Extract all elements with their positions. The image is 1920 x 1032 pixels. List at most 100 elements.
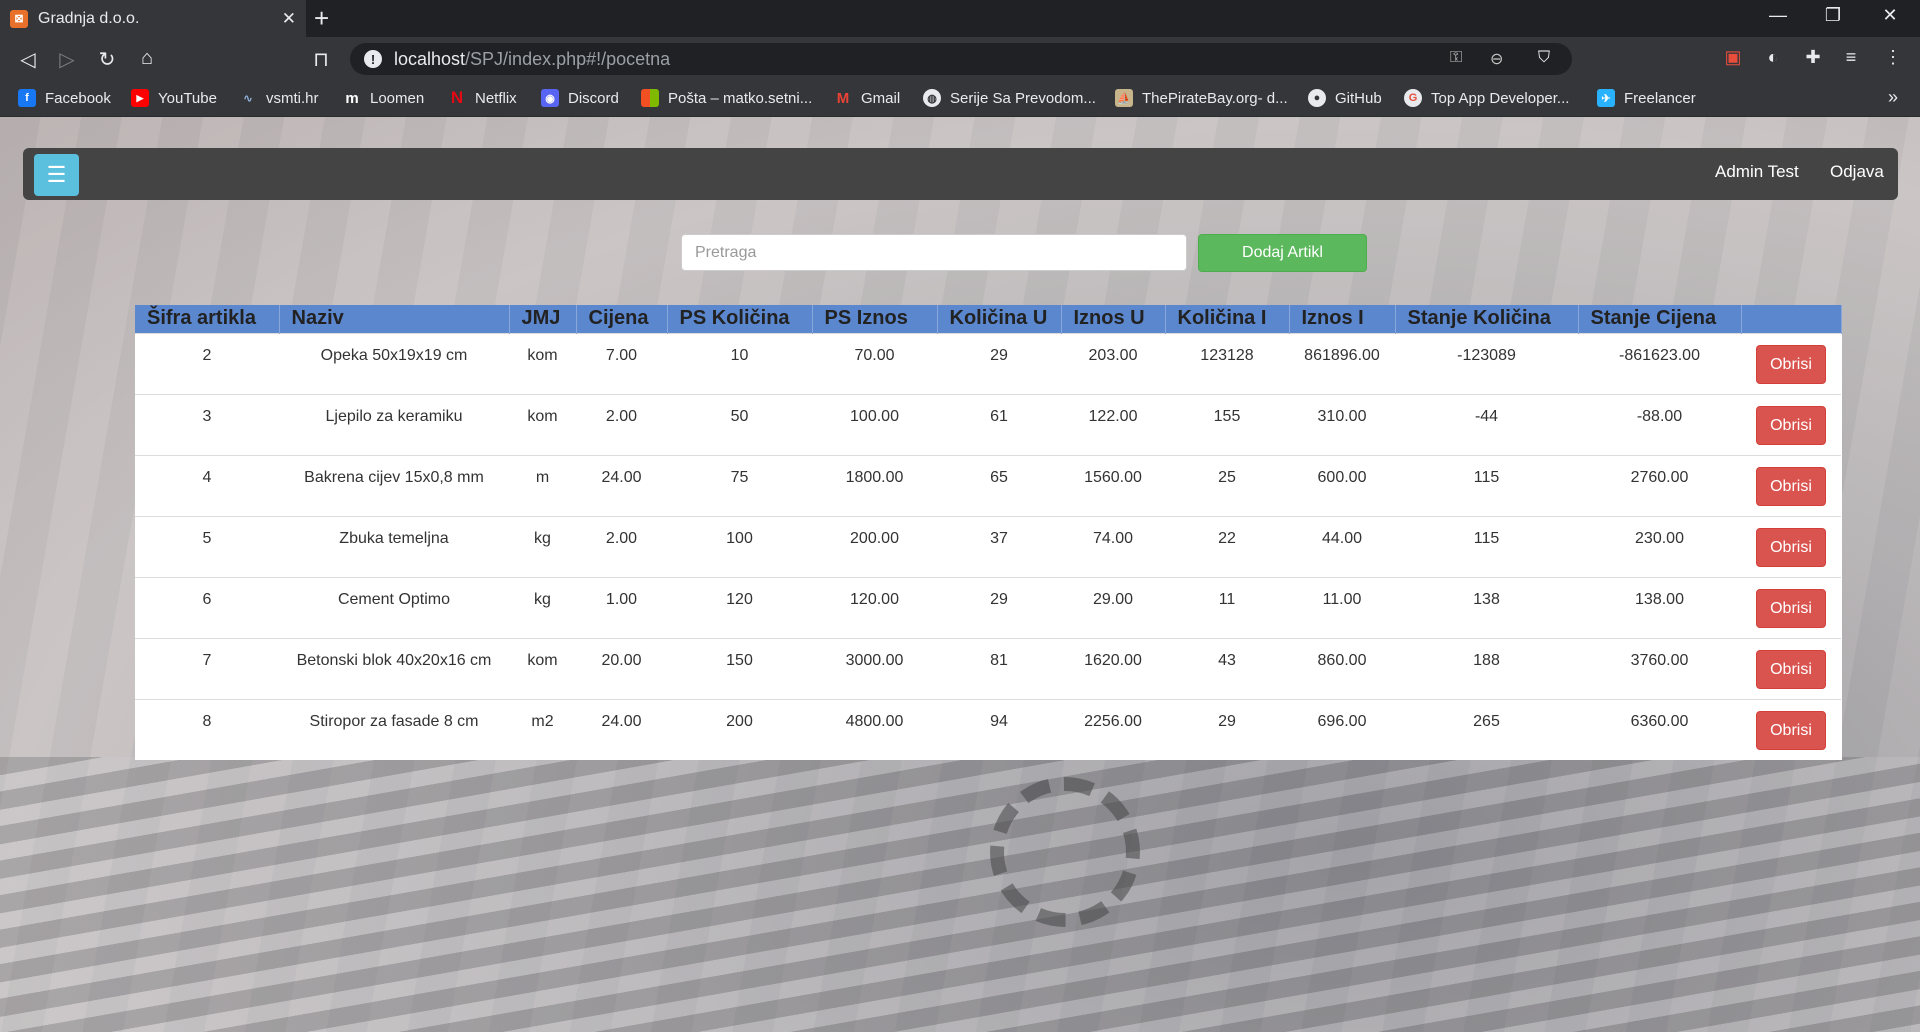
playlist-icon[interactable]: ≡ [1838, 47, 1864, 68]
bookmark-posta[interactable]: Pošta – matko.setni... [641, 89, 812, 107]
bookmark-youtube[interactable]: ▶ YouTube [131, 89, 217, 107]
back-icon[interactable]: ◁ [14, 47, 42, 72]
background-gear-decoration [990, 777, 1140, 927]
key-icon[interactable]: ⚿ [1450, 49, 1462, 67]
menu-icon[interactable]: ⋮ [1880, 47, 1906, 68]
table-cell: 11 [1165, 576, 1289, 638]
bookmark-gmail[interactable]: M Gmail [834, 89, 900, 107]
table-cell: 7.00 [576, 332, 667, 394]
table-cell: kg [509, 515, 576, 577]
actions-cell: Obrisi [1741, 454, 1841, 516]
column-header: Stanje Količina [1395, 305, 1579, 333]
address-bar[interactable]: ! localhost/SPJ/index.php#!/pocetna ⚿ ⊖ … [350, 43, 1572, 75]
table-cell: 600.00 [1289, 454, 1395, 516]
minimize-icon[interactable]: — [1758, 5, 1798, 26]
actions-cell: Obrisi [1741, 698, 1841, 760]
table-cell: 860.00 [1289, 637, 1395, 699]
menu-toggle-button[interactable]: ☰ [34, 154, 79, 196]
piratebay-icon: ⛵ [1115, 89, 1133, 107]
xampp-icon: ⊠ [10, 9, 28, 28]
bookmark-label: Discord [568, 89, 619, 107]
bookmark-loomen[interactable]: m Loomen [343, 89, 424, 107]
reload-icon[interactable]: ↻ [93, 47, 121, 72]
brave-shield-icon[interactable]: ⛉ [1538, 49, 1550, 67]
bookmark-netflix[interactable]: N Netflix [448, 88, 517, 107]
delete-button[interactable]: Obrisi [1756, 527, 1826, 567]
new-tab-icon[interactable]: + [314, 4, 329, 32]
bookmark-label: Pošta – matko.setni... [668, 89, 813, 107]
table-cell: 20.00 [576, 637, 667, 699]
page-content: ☰ Admin Test Odjava Dodaj Artikl Šifra a… [0, 117, 1920, 1032]
pdf-extension-icon[interactable]: ▣ [1720, 47, 1746, 68]
restore-icon[interactable]: ❐ [1813, 5, 1853, 26]
hamburger-icon: ☰ [46, 162, 67, 187]
table-cell: 43 [1165, 637, 1289, 699]
bookmark-vsmti[interactable]: ∿ vsmti.hr [239, 89, 319, 107]
delete-button[interactable]: Obrisi [1756, 649, 1826, 689]
delete-button[interactable]: Obrisi [1756, 466, 1826, 506]
table-cell: 29 [937, 576, 1061, 638]
puzzle-icon[interactable]: ✚ [1800, 47, 1826, 68]
table-cell: 3760.00 [1578, 637, 1741, 699]
delete-button[interactable]: Obrisi [1756, 344, 1826, 384]
table-cell: 37 [937, 515, 1061, 577]
bookmark-label: vsmti.hr [266, 89, 319, 107]
site-info-icon[interactable]: ! [364, 50, 382, 68]
bookmark-label: Facebook [45, 89, 111, 107]
extension-icon[interactable]: ◐ [1760, 47, 1786, 68]
app-navbar: ☰ Admin Test Odjava [23, 148, 1898, 200]
bookmark-icon[interactable]: ⊓ [307, 47, 335, 72]
table-cell: 65 [937, 454, 1061, 516]
table-cell: kom [509, 332, 576, 394]
close-window-icon[interactable]: ✕ [1870, 5, 1910, 26]
bookmark-discord[interactable]: ◉ Discord [541, 89, 619, 107]
close-tab-icon[interactable]: ✕ [282, 9, 296, 29]
delete-button[interactable]: Obrisi [1756, 710, 1826, 750]
forward-icon[interactable]: ▷ [53, 47, 81, 72]
home-icon[interactable]: ⌂ [133, 47, 161, 70]
bookmark-facebook[interactable]: f Facebook [18, 89, 111, 107]
actions-cell: Obrisi [1741, 637, 1841, 699]
delete-button[interactable]: Obrisi [1756, 405, 1826, 445]
table-cell: 70.00 [812, 332, 937, 394]
table-cell: 123128 [1165, 332, 1289, 394]
table-cell: 2760.00 [1578, 454, 1741, 516]
search-input[interactable] [681, 234, 1187, 271]
bookmark-freelancer[interactable]: ✈ Freelancer [1597, 89, 1696, 107]
bookmark-github[interactable]: ● GitHub [1308, 89, 1382, 107]
bookmark-label: Freelancer [1624, 89, 1696, 107]
delete-button[interactable]: Obrisi [1756, 588, 1826, 628]
more-bookmarks-icon[interactable]: » [1888, 87, 1898, 108]
bookmark-label: Netflix [475, 89, 517, 107]
add-article-button[interactable]: Dodaj Artikl [1198, 234, 1367, 272]
table-cell: 230.00 [1578, 515, 1741, 577]
column-header: Iznos I [1289, 305, 1396, 333]
browser-toolbar: ◁ ▷ ↻ ⌂ ⊓ ! localhost/SPJ/index.php#!/po… [0, 37, 1920, 81]
table-cell: -123089 [1395, 332, 1578, 394]
table-cell: 155 [1165, 393, 1289, 455]
bookmark-piratebay[interactable]: ⛵ ThePirateBay.org- d... [1115, 89, 1288, 107]
table-cell: 24.00 [576, 698, 667, 760]
microsoft-icon [641, 89, 659, 107]
user-link[interactable]: Admin Test [1715, 162, 1799, 182]
discord-icon: ◉ [541, 89, 559, 107]
table-row: 6 Cement Optimo kg 1.00 120 120.00 29 29.00 11 11… [135, 576, 1841, 638]
table-cell: Zbuka temeljna [279, 515, 509, 577]
bookmark-serije[interactable]: ◍ Serije Sa Prevodom... [923, 89, 1096, 107]
browser-tab[interactable]: ⊠ Gradnja d.o.o. ✕ [0, 0, 306, 37]
table-cell: 50 [667, 393, 812, 455]
gmail-icon: M [836, 89, 850, 107]
table-cell: 81 [937, 637, 1061, 699]
table-cell: 94 [937, 698, 1061, 760]
bookmark-topapp[interactable]: G Top App Developer... [1404, 89, 1569, 107]
table-cell: 122.00 [1061, 393, 1165, 455]
table-cell: 25 [1165, 454, 1289, 516]
column-header: PS Iznos [812, 305, 938, 333]
url-path: /SPJ/index.php#!/pocetna [465, 48, 671, 69]
table-row: 4 Bakrena cijev 15x0,8 mm m 24.00 75 1800.00 6… [135, 454, 1841, 516]
zoom-icon[interactable]: ⊖ [1490, 49, 1503, 69]
logout-link[interactable]: Odjava [1830, 162, 1884, 182]
table-cell: m [509, 454, 576, 516]
table-cell: 2.00 [576, 515, 667, 577]
actions-cell: Obrisi [1741, 393, 1841, 455]
